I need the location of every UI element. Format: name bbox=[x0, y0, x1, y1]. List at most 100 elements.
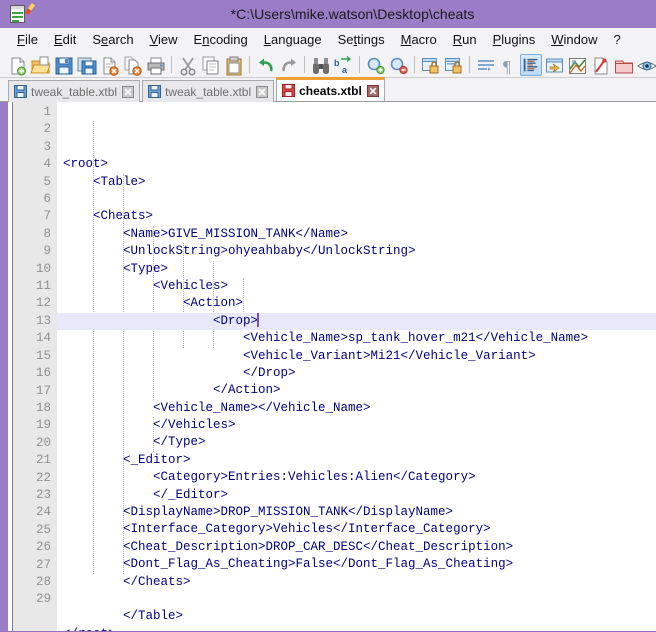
code-line[interactable]: </Cheats> bbox=[57, 574, 656, 591]
toolbar-separator bbox=[414, 56, 415, 73]
code-line-text: </Drop> bbox=[63, 365, 296, 380]
close-file-icon[interactable] bbox=[98, 54, 120, 76]
code-line[interactable]: </Action> bbox=[57, 382, 656, 399]
sync-horizontal-scroll-icon[interactable] bbox=[442, 54, 464, 76]
code-line[interactable]: <Interface_Category>Vehicles</Interface_… bbox=[57, 521, 656, 538]
code-line[interactable] bbox=[57, 191, 656, 208]
code-line[interactable]: </Vehicles> bbox=[57, 417, 656, 434]
code-line-text: </Table> bbox=[63, 609, 184, 624]
tab-label: tweak_table.xtbl bbox=[165, 84, 252, 99]
close-icon[interactable] bbox=[122, 85, 135, 98]
svg-text:b: b bbox=[334, 58, 340, 68]
zoom-out-icon[interactable] bbox=[387, 54, 409, 76]
menu-item-macro[interactable]: Macro bbox=[393, 30, 445, 49]
toolbar: b a ¶ bbox=[0, 52, 656, 78]
menu-item-view[interactable]: View bbox=[142, 30, 186, 49]
open-folder-icon[interactable] bbox=[29, 54, 51, 76]
document-map-icon[interactable] bbox=[566, 54, 588, 76]
code-line[interactable]: </Type> bbox=[57, 434, 656, 451]
close-icon[interactable] bbox=[366, 84, 379, 97]
code-line-text: </root> bbox=[63, 627, 116, 631]
ui-goto-line-icon[interactable] bbox=[543, 54, 565, 76]
code-line[interactable]: <UnlockString>ohyeahbaby</UnlockString> bbox=[57, 243, 656, 260]
code-line[interactable]: <Vehicle_Name></Vehicle_Name> bbox=[57, 400, 656, 417]
tab-cheats-xtbl[interactable]: cheats.xtbl bbox=[276, 77, 385, 101]
toolbar-separator bbox=[304, 56, 305, 73]
show-indent-guide-icon[interactable] bbox=[520, 53, 542, 76]
code-line[interactable]: </Drop> bbox=[57, 365, 656, 382]
line-number: 8 bbox=[43, 226, 51, 241]
code-line-text: <Action> bbox=[63, 296, 244, 311]
menu-item-file[interactable]: File bbox=[9, 30, 46, 49]
code-line[interactable]: <DisplayName>DROP_MISSION_TANK</DisplayN… bbox=[57, 504, 656, 521]
code-line-text: <Interface_Category>Vehicles</Interface_… bbox=[63, 522, 491, 537]
line-number: 24 bbox=[35, 505, 51, 520]
find-binoculars-icon[interactable] bbox=[309, 54, 331, 76]
undo-arrow-icon[interactable] bbox=[254, 54, 276, 76]
line-number: 11 bbox=[35, 279, 51, 294]
code-line[interactable]: <Cheats> bbox=[57, 208, 656, 225]
line-number: 20 bbox=[35, 435, 51, 450]
copy-icon[interactable] bbox=[199, 54, 221, 76]
sync-vertical-scroll-icon[interactable] bbox=[419, 54, 441, 76]
code-line[interactable]: <Name>GIVE_MISSION_TANK</Name> bbox=[57, 226, 656, 243]
zoom-in-icon[interactable] bbox=[364, 54, 386, 76]
code-line[interactable]: <Table> bbox=[57, 174, 656, 191]
cut-scissors-icon[interactable] bbox=[176, 54, 198, 76]
word-wrap-icon[interactable] bbox=[474, 54, 496, 76]
code-line[interactable]: <Category>Entries:Vehicles:Alien</Catego… bbox=[57, 469, 656, 486]
toolbar-separator bbox=[171, 56, 172, 73]
close-all-files-icon[interactable] bbox=[121, 54, 143, 76]
menu-item-encoding[interactable]: Encoding bbox=[186, 30, 256, 49]
menu-bar: File Edit Search View Encoding Language … bbox=[0, 28, 656, 52]
code-line[interactable]: <Type> bbox=[57, 261, 656, 278]
code-line[interactable]: <Cheat_Description>DROP_CAR_DESC</Cheat_… bbox=[57, 539, 656, 556]
tab-tweak-table-1[interactable]: tweak_table.xtbl bbox=[8, 80, 141, 102]
paste-icon[interactable] bbox=[222, 54, 244, 76]
line-number: 10 bbox=[35, 261, 51, 276]
close-icon[interactable] bbox=[256, 85, 269, 98]
menu-item-settings[interactable]: Settings bbox=[330, 30, 393, 49]
code-line-text: </Action> bbox=[63, 383, 281, 398]
code-line[interactable]: </_Editor> bbox=[57, 487, 656, 504]
menu-item-window[interactable]: Window bbox=[543, 30, 605, 49]
code-line[interactable]: <_Editor> bbox=[57, 452, 656, 469]
code-line-text: </Type> bbox=[63, 435, 206, 450]
line-number: 22 bbox=[35, 470, 51, 485]
code-line[interactable]: <root> bbox=[57, 156, 656, 173]
tab-tweak-table-2[interactable]: tweak_table.xtbl bbox=[142, 80, 275, 102]
line-number: 26 bbox=[35, 540, 51, 555]
save-red-icon bbox=[282, 84, 296, 97]
line-number: 12 bbox=[35, 296, 51, 311]
menu-item-edit[interactable]: Edit bbox=[46, 30, 84, 49]
print-icon[interactable] bbox=[144, 54, 166, 76]
monitoring-eye-icon[interactable] bbox=[635, 54, 656, 76]
function-list-icon[interactable] bbox=[589, 54, 611, 76]
menu-item-plugins[interactable]: Plugins bbox=[485, 30, 544, 49]
folder-workspace-icon[interactable] bbox=[612, 54, 634, 76]
code-line[interactable]: <Vehicle_Name>sp_tank_hover_m21</Vehicle… bbox=[57, 330, 656, 347]
line-number: 13 bbox=[35, 313, 51, 328]
save-all-icon[interactable] bbox=[75, 54, 97, 76]
code-line[interactable]: <Vehicles> bbox=[57, 278, 656, 295]
code-line[interactable]: </Table> bbox=[57, 608, 656, 625]
menu-item-help[interactable]: ? bbox=[606, 30, 629, 49]
show-all-characters-icon[interactable]: ¶ bbox=[497, 54, 519, 76]
menu-item-run[interactable]: Run bbox=[445, 30, 485, 49]
replace-icon[interactable]: b a bbox=[332, 54, 354, 76]
toolbar-separator bbox=[359, 56, 360, 73]
save-icon[interactable] bbox=[52, 54, 74, 76]
new-file-icon[interactable] bbox=[6, 54, 28, 76]
code-line[interactable]: <Action> bbox=[57, 295, 656, 312]
redo-arrow-icon[interactable] bbox=[277, 54, 299, 76]
code-line[interactable]: <Vehicle_Variant>Mi21</Vehicle_Variant> bbox=[57, 348, 656, 365]
code-line[interactable]: <Drop> bbox=[57, 312, 656, 331]
menu-item-language[interactable]: Language bbox=[256, 30, 330, 49]
code-line[interactable]: </root> bbox=[57, 626, 656, 631]
code-text-area[interactable]: <root> <Table> <Cheats> <Name>GIVE_MISSI… bbox=[57, 102, 656, 631]
code-line[interactable] bbox=[57, 591, 656, 608]
code-line[interactable]: <Dont_Flag_As_Cheating>False</Dont_Flag_… bbox=[57, 556, 656, 573]
line-number-gutter: 1 2 3 4 5 6 7 8 9 10 11 12 13 14 15 16 17 18 19 20 21 22 23 24 2… bbox=[13, 102, 57, 631]
save-blue-icon bbox=[14, 85, 27, 98]
menu-item-search[interactable]: Search bbox=[84, 30, 141, 49]
